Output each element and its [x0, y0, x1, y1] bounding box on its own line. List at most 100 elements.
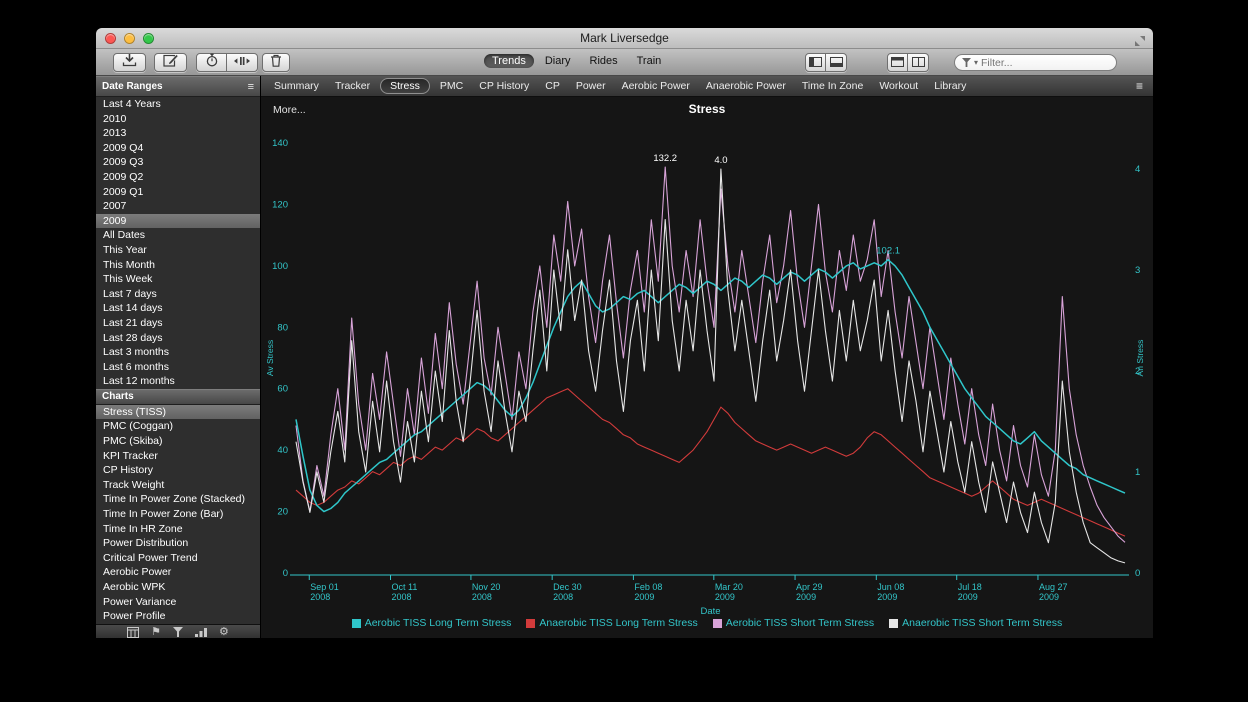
legend-item-aerobic-tiss-long-term-stress: Aerobic TISS Long Term Stress	[352, 617, 512, 629]
date-range-2009-q2[interactable]: 2009 Q2	[96, 170, 260, 185]
zoom-button[interactable]	[143, 33, 154, 44]
tabbed-view-button[interactable]	[887, 53, 908, 72]
date-range-last-14-days[interactable]: Last 14 days	[96, 301, 260, 316]
chart-item-critical-power-trend[interactable]: Critical Power Trend	[96, 551, 260, 566]
tab-cp-history[interactable]: CP History	[471, 78, 537, 94]
chart-item-time-in-hr-zone[interactable]: Time In HR Zone	[96, 522, 260, 537]
chart-item-pmc-skiba[interactable]: PMC (Skiba)	[96, 434, 260, 449]
close-button[interactable]	[105, 33, 116, 44]
tab-tracker[interactable]: Tracker	[327, 78, 378, 94]
date-range-2009-q4[interactable]: 2009 Q4	[96, 141, 260, 156]
date-range-last-3-months[interactable]: Last 3 months	[96, 345, 260, 360]
y-left-tick-label: 0	[283, 568, 288, 579]
desktop: { "window": { "title": "Mark Liversedge"…	[0, 0, 1248, 702]
date-range-last-4-years[interactable]: Last 4 Years	[96, 97, 260, 112]
date-range-last-6-months[interactable]: Last 6 months	[96, 360, 260, 375]
tab-anaerobic-power[interactable]: Anaerobic Power	[698, 78, 794, 94]
chart-item-track-weight[interactable]: Track Weight	[96, 478, 260, 493]
stress-chart: Sep 012008Oct 112008Nov 202008Dec 302008…	[261, 97, 1153, 638]
trash-icon	[270, 54, 282, 72]
intervals-button[interactable]	[227, 53, 258, 72]
tab-stress[interactable]: Stress	[380, 78, 430, 94]
filter-funnel-icon	[962, 54, 971, 72]
view-train[interactable]: Train	[629, 54, 670, 68]
chart-item-time-in-power-zone-bar[interactable]: Time In Power Zone (Bar)	[96, 507, 260, 522]
chart-item-power-profile[interactable]: Power Profile	[96, 609, 260, 624]
legend-item-anaerobic-tiss-short-term-stress: Anaerobic TISS Short Term Stress	[889, 617, 1062, 629]
date-range-2009[interactable]: 2009	[96, 214, 260, 229]
date-ranges-menu-icon[interactable]: ≡	[248, 81, 254, 93]
view-trends[interactable]: Trends	[484, 54, 534, 68]
gear-icon[interactable]: ⚙	[219, 627, 229, 638]
legend-label: Aerobic TISS Long Term Stress	[365, 617, 512, 629]
y-left-tick-label: 40	[277, 445, 288, 456]
manual-entry-button[interactable]	[154, 53, 187, 72]
y-left-tick-label: 80	[277, 322, 288, 333]
panel-bottom-icon	[830, 54, 843, 72]
y-left-tick-label: 140	[272, 138, 288, 149]
tab-power[interactable]: Power	[568, 78, 614, 94]
tab-workout[interactable]: Workout	[871, 78, 926, 94]
date-range-this-year[interactable]: This Year	[96, 243, 260, 258]
x-tick-label: Dec 30	[553, 582, 582, 592]
tab-time-in-zone[interactable]: Time In Zone	[794, 78, 871, 94]
calendar-icon[interactable]	[127, 627, 139, 638]
date-range-2013[interactable]: 2013	[96, 126, 260, 141]
toggle-bottombar-button[interactable]	[826, 53, 847, 72]
charts-header-label: Charts	[102, 391, 134, 402]
date-range-last-7-days[interactable]: Last 7 days	[96, 287, 260, 302]
chart-panel: More... Stress Sep 012008Oct 112008Nov 2…	[261, 97, 1153, 638]
flag-icon[interactable]: ⚑	[151, 627, 161, 638]
view-diary[interactable]: Diary	[537, 54, 579, 68]
date-range-last-21-days[interactable]: Last 21 days	[96, 316, 260, 331]
filter-input[interactable]	[981, 57, 1109, 69]
stopwatch-icon	[205, 53, 219, 72]
filter-icon[interactable]	[173, 627, 183, 637]
minimize-button[interactable]	[124, 33, 135, 44]
date-range-this-month[interactable]: This Month	[96, 258, 260, 273]
window-title: Mark Liversedge	[580, 31, 669, 45]
view-rides[interactable]: Rides	[582, 54, 626, 68]
date-range-2009-q1[interactable]: 2009 Q1	[96, 185, 260, 200]
legend-swatch	[352, 619, 361, 628]
chart-annotation: 102.1	[876, 246, 900, 257]
chart-item-power-distribution[interactable]: Power Distribution	[96, 536, 260, 551]
tab-library[interactable]: Library	[926, 78, 974, 94]
chart-item-cp-history[interactable]: CP History	[96, 463, 260, 478]
chart-item-kpi-tracker[interactable]: KPI Tracker	[96, 449, 260, 464]
tab-summary[interactable]: Summary	[266, 78, 327, 94]
tab-cp[interactable]: CP	[537, 78, 568, 94]
chart-item-stress-tiss[interactable]: Stress (TISS)	[96, 405, 260, 420]
tab-aerobic-power[interactable]: Aerobic Power	[614, 78, 698, 94]
y-left-tick-label: 60	[277, 384, 288, 395]
date-range-last-12-months[interactable]: Last 12 months	[96, 374, 260, 389]
date-range-2007[interactable]: 2007	[96, 199, 260, 214]
tiled-view-button[interactable]	[908, 53, 929, 72]
x-tick-label: Aug 27	[1039, 582, 1068, 592]
x-tick-year: 2008	[553, 592, 573, 602]
stopwatch-button[interactable]	[196, 53, 227, 72]
date-range-last-28-days[interactable]: Last 28 days	[96, 331, 260, 346]
chart-tab-bar: SummaryTrackerStressPMCCP HistoryCPPower…	[261, 76, 1153, 97]
main-area: SummaryTrackerStressPMCCP HistoryCPPower…	[261, 76, 1153, 638]
date-range-all-dates[interactable]: All Dates	[96, 228, 260, 243]
toolbar: TrendsDiaryRidesTrain ▾	[96, 49, 1153, 76]
tab-pmc[interactable]: PMC	[432, 78, 471, 94]
chart-item-pmc-coggan[interactable]: PMC (Coggan)	[96, 419, 260, 434]
chart-bars-icon[interactable]	[195, 627, 207, 637]
date-range-2010[interactable]: 2010	[96, 112, 260, 127]
date-range-this-week[interactable]: This Week	[96, 272, 260, 287]
y-right-tick-label: 4	[1135, 164, 1140, 175]
chart-item-power-variance[interactable]: Power Variance	[96, 595, 260, 610]
chart-item-aerobic-power[interactable]: Aerobic Power	[96, 565, 260, 580]
filter-field[interactable]: ▾	[954, 54, 1117, 71]
x-tick-year: 2009	[634, 592, 654, 602]
download-activity-button[interactable]	[113, 53, 146, 72]
tabbar-menu-icon[interactable]: ≡	[1136, 79, 1148, 93]
delete-button[interactable]	[262, 53, 290, 72]
date-range-2009-q3[interactable]: 2009 Q3	[96, 155, 260, 170]
chart-item-aerobic-wpk[interactable]: Aerobic WPK	[96, 580, 260, 595]
toggle-sidebar-button[interactable]	[805, 53, 826, 72]
chart-title: Stress	[261, 102, 1153, 116]
chart-item-time-in-power-zone-stacked[interactable]: Time In Power Zone (Stacked)	[96, 492, 260, 507]
